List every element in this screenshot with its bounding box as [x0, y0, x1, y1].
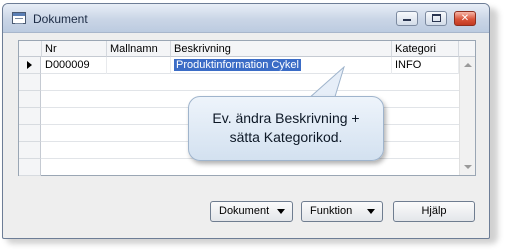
row-selector[interactable] — [19, 142, 41, 159]
maximize-icon — [431, 14, 441, 22]
row-selector-header — [19, 41, 42, 57]
column-header-beskrivning[interactable]: Beskrivning — [171, 41, 392, 57]
close-icon: ✕ — [460, 13, 470, 24]
row-selector[interactable] — [19, 159, 41, 176]
column-header-nr[interactable]: Nr — [42, 41, 107, 57]
cell-nr[interactable]: D000009 — [42, 57, 107, 74]
window-title: Dokument — [33, 12, 88, 26]
row-selector[interactable] — [19, 74, 41, 91]
row-selector[interactable] — [19, 57, 41, 74]
close-button[interactable]: ✕ — [454, 11, 476, 26]
dropdown-arrow-icon — [367, 209, 375, 214]
dokument-menu-button[interactable]: Dokument — [210, 201, 293, 222]
cell-beskrivning[interactable]: Produktinformation Cykel — [171, 57, 392, 74]
title-bar[interactable]: Dokument ✕ — [3, 4, 489, 33]
column-header-mallnamn[interactable]: Mallnamn — [107, 41, 171, 57]
dokument-button-label: Dokument — [219, 205, 270, 217]
help-button[interactable]: Hjälp — [393, 201, 475, 222]
cell-kategori[interactable]: INFO — [392, 57, 459, 74]
document-list-icon — [12, 12, 26, 24]
beskrivning-selected-text[interactable]: Produktinformation Cykel — [174, 59, 301, 71]
column-header-kategori[interactable]: Kategori — [392, 41, 459, 57]
scroll-down-icon[interactable] — [464, 165, 472, 169]
funktion-button-label: Funktion — [310, 205, 353, 217]
callout-bubble: Ev. ändra Beskrivning + sätta Kategoriko… — [188, 96, 384, 161]
table-row-empty[interactable] — [19, 74, 459, 91]
cell-mallnamn[interactable] — [107, 57, 171, 74]
dropdown-arrow-icon — [277, 209, 285, 214]
minimize-icon — [403, 19, 411, 21]
vertical-scrollbar[interactable] — [459, 57, 475, 175]
table-row-empty[interactable] — [19, 159, 459, 176]
callout-text: Ev. ändra Beskrivning + sätta Kategoriko… — [189, 109, 383, 147]
row-selector[interactable] — [19, 108, 41, 125]
callout-line-2: sätta Kategorikod. — [229, 129, 343, 145]
maximize-button[interactable] — [425, 11, 447, 26]
callout-line-1: Ev. ändra Beskrivning + — [212, 110, 360, 126]
row-selector[interactable] — [19, 125, 41, 142]
minimize-button[interactable] — [396, 11, 418, 26]
row-selector[interactable] — [19, 91, 41, 108]
funktion-menu-button[interactable]: Funktion — [301, 201, 383, 222]
scroll-header — [459, 41, 475, 57]
current-row-icon — [27, 61, 32, 69]
scroll-up-icon[interactable] — [464, 63, 472, 67]
table-row[interactable]: D000009 Produktinformation Cykel INFO — [19, 57, 459, 74]
help-button-label: Hjälp — [421, 205, 447, 217]
